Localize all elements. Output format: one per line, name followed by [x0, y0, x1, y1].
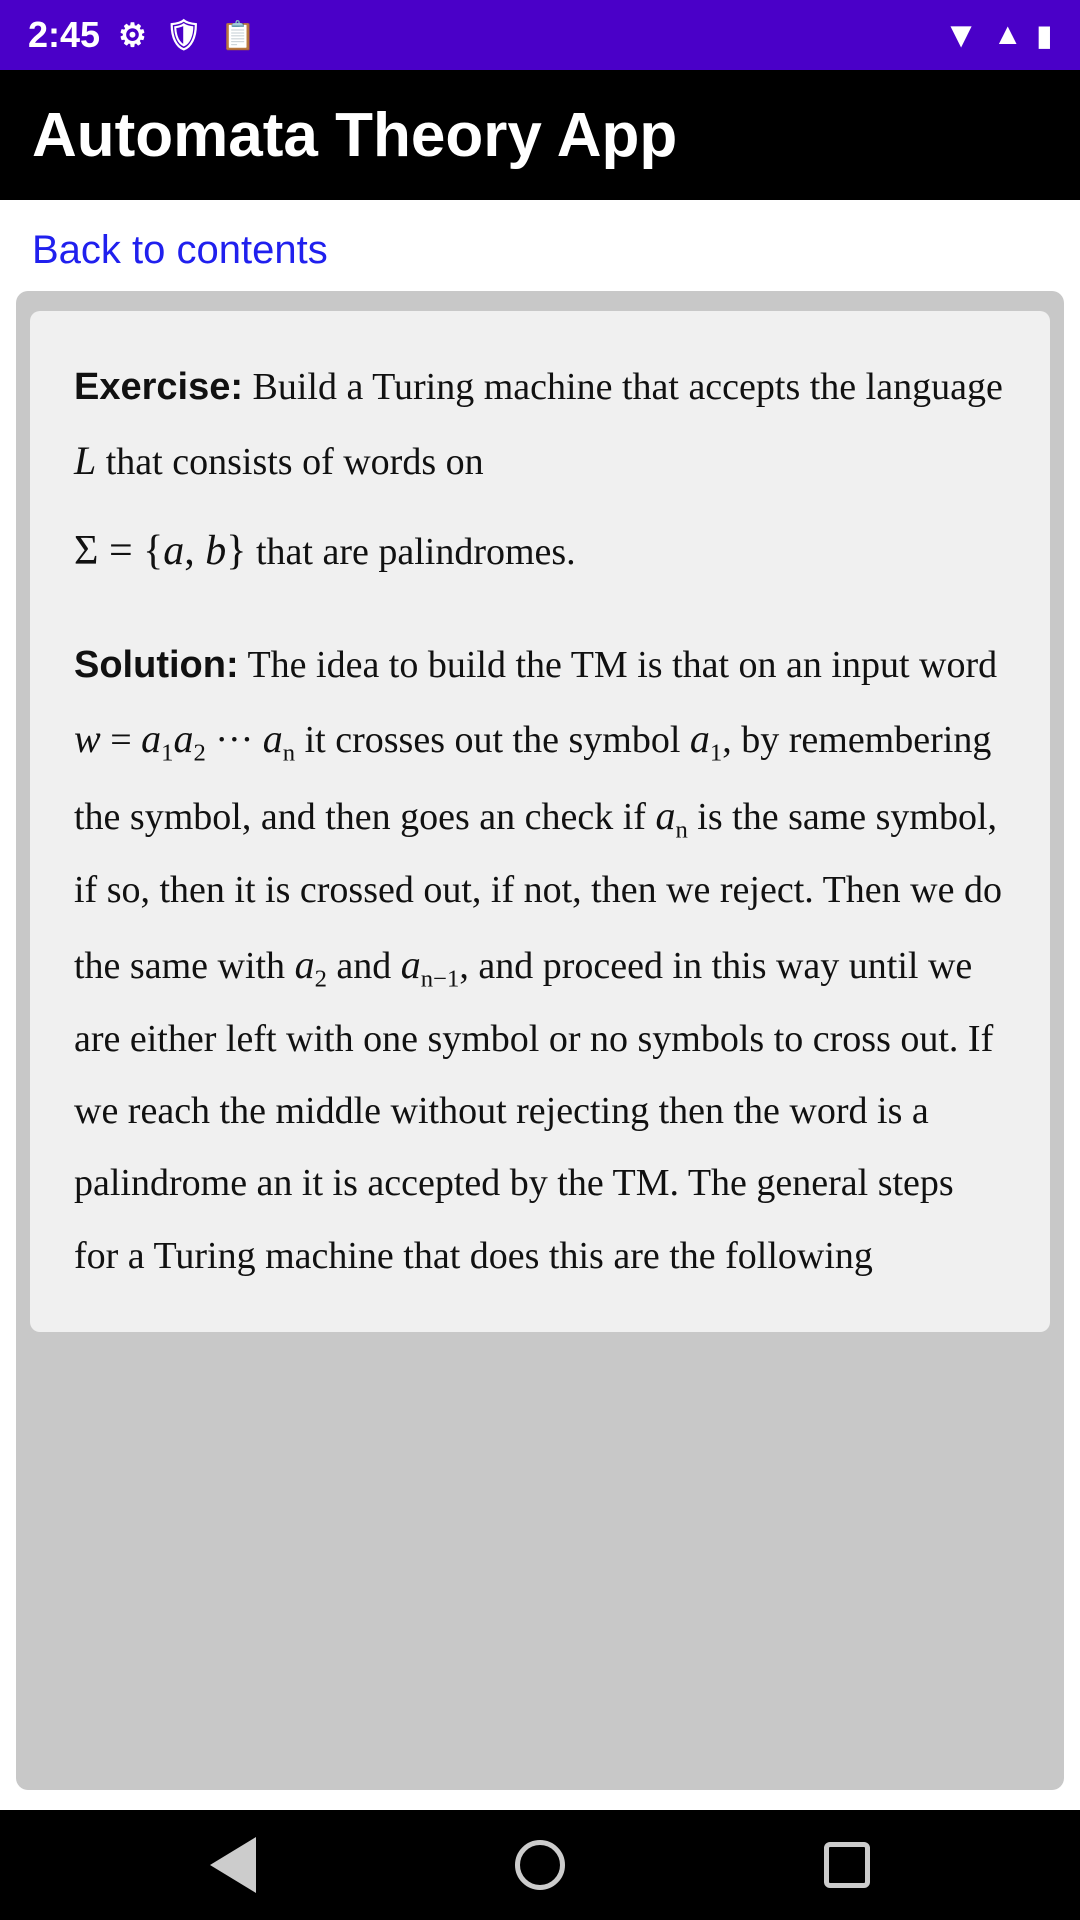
back-button[interactable]: [193, 1825, 273, 1905]
exercise-text-3: that are palindromes.: [246, 531, 575, 573]
exercise-block: Exercise: Build a Turing machine that ac…: [74, 351, 1006, 593]
exercise-text-1: Build a Turing machine that accepts the …: [243, 366, 1003, 408]
exercise-sigma-line: Σ = {a, b} that are palindromes.: [74, 509, 1006, 593]
status-left: 2:45 ⚙ 🛡 📋: [28, 14, 256, 56]
status-bar: 2:45 ⚙ 🛡 📋 ▼ ▲ ▮: [0, 0, 1080, 70]
app-bar: Automata Theory App: [0, 70, 1080, 200]
settings-icon: ⚙: [118, 16, 147, 54]
recent-button[interactable]: [807, 1825, 887, 1905]
exercise-text-2: that consists of words on: [96, 441, 483, 483]
solution-text-1: The idea to build the TM is that on an i…: [74, 644, 1002, 1276]
signal-icon: ▲: [993, 18, 1023, 52]
back-icon: [210, 1837, 256, 1893]
exercise-L: L: [74, 438, 96, 483]
battery-icon: ▮: [1037, 19, 1052, 52]
wifi-icon: ▼: [943, 14, 979, 56]
content-card: Exercise: Build a Turing machine that ac…: [30, 311, 1050, 1332]
solution-block: Solution: The idea to build the TM is th…: [74, 629, 1006, 1292]
status-right: ▼ ▲ ▮: [943, 14, 1052, 56]
home-icon: [515, 1840, 565, 1890]
back-to-contents-link[interactable]: Back to contents: [0, 200, 1080, 291]
app-title: Automata Theory App: [32, 100, 677, 171]
bottom-nav: [0, 1810, 1080, 1920]
content-area: Exercise: Build a Turing machine that ac…: [16, 291, 1064, 1790]
home-button[interactable]: [500, 1825, 580, 1905]
solution-label: Solution:: [74, 644, 239, 686]
status-time: 2:45: [28, 14, 100, 56]
exercise-label: Exercise:: [74, 366, 243, 408]
shield-icon: 🛡: [165, 18, 203, 53]
sim-icon: 📋: [221, 19, 256, 52]
recent-icon: [824, 1842, 870, 1888]
